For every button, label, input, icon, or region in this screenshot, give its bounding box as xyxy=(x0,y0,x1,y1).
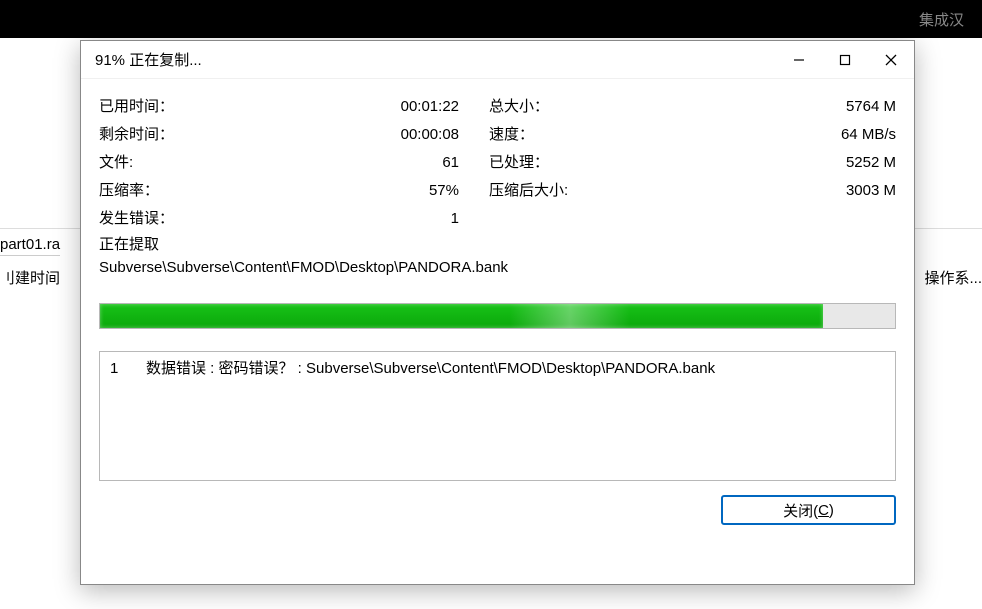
remaining-value: 00:00:08 xyxy=(379,121,489,149)
close-button-post: ) xyxy=(829,502,834,519)
copy-dialog: 91% 正在复制... 已用时间： 00:01:22 总大小： 5764 M xyxy=(80,40,915,585)
progress-bar xyxy=(99,303,896,329)
status-line: 正在提取 xyxy=(99,234,896,256)
close-button-pre: 关闭( xyxy=(783,500,818,521)
errors-value: 1 xyxy=(379,205,489,233)
processed-label: 已处理： xyxy=(489,149,786,177)
error-list[interactable]: 1 数据错误 : 密码错误？ : Subverse\Subverse\Conte… xyxy=(99,351,896,481)
button-row: 关闭(C) xyxy=(99,495,896,525)
error-message: 数据错误 : 密码错误？ : Subverse\Subverse\Content… xyxy=(146,358,885,380)
speed-label: 速度： xyxy=(489,121,786,149)
files-label: 文件: xyxy=(99,149,379,177)
titlebar: 91% 正在复制... xyxy=(81,41,914,79)
maximize-button[interactable] xyxy=(822,41,868,78)
bg-create-time-label: 刂建时间 xyxy=(0,267,60,288)
close-button[interactable]: 关闭(C) xyxy=(721,495,896,525)
window-title: 91% 正在复制... xyxy=(95,49,776,70)
progress-fill xyxy=(100,304,823,328)
total-label: 总大小： xyxy=(489,93,786,121)
speed-value: 64 MB/s xyxy=(786,121,896,149)
remaining-label: 剩余时间： xyxy=(99,121,379,149)
elapsed-value: 00:01:22 xyxy=(379,93,489,121)
elapsed-label: 已用时间： xyxy=(99,93,379,121)
bg-file-label: part01.ra xyxy=(0,234,60,256)
current-path: Subverse\Subverse\Content\FMOD\Desktop\P… xyxy=(99,257,896,279)
minimize-icon xyxy=(793,54,805,66)
bg-os-label: 操作系... xyxy=(924,267,982,288)
maximize-icon xyxy=(839,54,851,66)
minimize-button[interactable] xyxy=(776,41,822,78)
close-window-button[interactable] xyxy=(868,41,914,78)
ratio-label: 压缩率： xyxy=(99,177,379,205)
bg-toolbar-right-text: 集成汉 xyxy=(919,9,964,30)
error-number: 1 xyxy=(110,358,146,380)
errors-label: 发生错误： xyxy=(99,205,379,233)
close-icon xyxy=(885,54,897,66)
compressed-label: 压缩后大小: xyxy=(489,177,786,205)
ratio-value: 57% xyxy=(379,177,489,205)
files-value: 61 xyxy=(379,149,489,177)
compressed-value: 3003 M xyxy=(786,177,896,205)
window-controls xyxy=(776,41,914,78)
progress-highlight xyxy=(510,304,630,328)
dialog-body: 已用时间： 00:01:22 总大小： 5764 M 剩余时间： 00:00:0… xyxy=(81,79,914,584)
close-button-accel: C xyxy=(818,502,829,519)
error-row: 1 数据错误 : 密码错误？ : Subverse\Subverse\Conte… xyxy=(110,358,885,380)
total-value: 5764 M xyxy=(786,93,896,121)
processed-value: 5252 M xyxy=(786,149,896,177)
bg-toolbar: 集成汉 xyxy=(0,0,982,38)
